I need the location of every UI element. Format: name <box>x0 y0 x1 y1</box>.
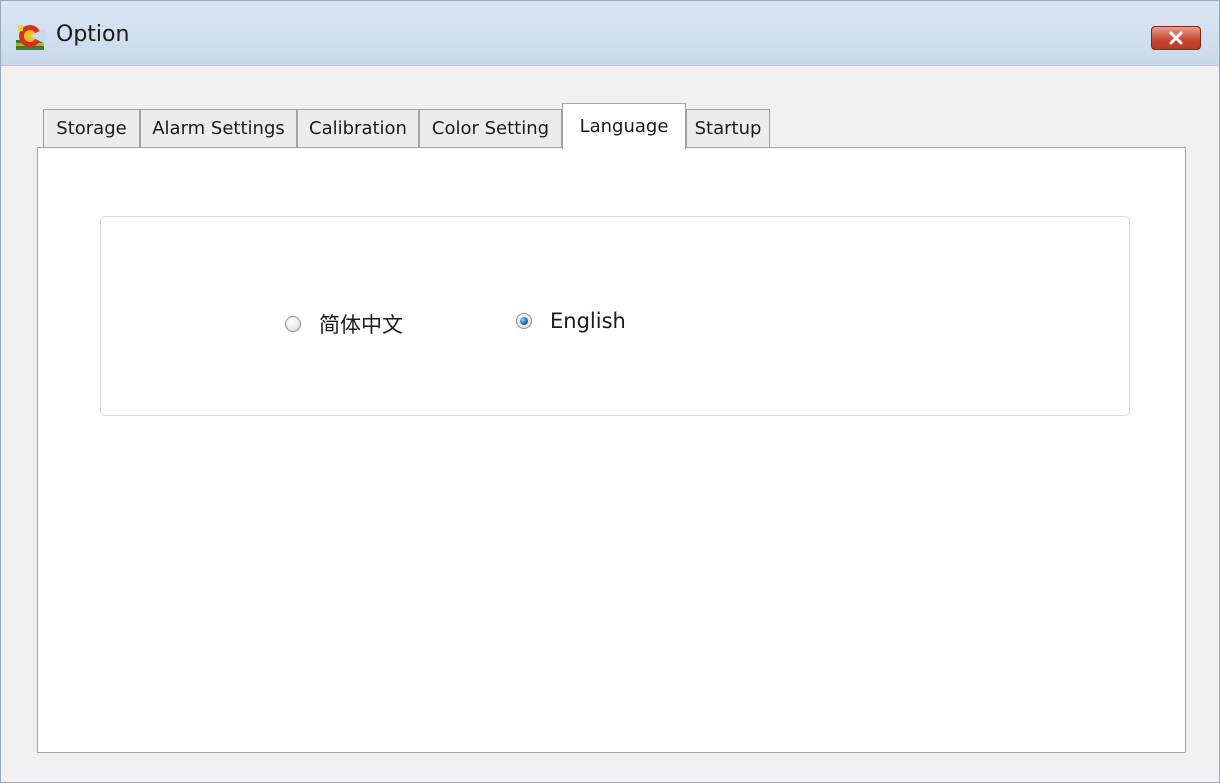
tab-language[interactable]: Language <box>562 103 686 149</box>
close-icon <box>1169 31 1183 45</box>
tab-label: Color Setting <box>431 118 550 139</box>
app-logo-icon <box>16 25 45 50</box>
tab-label: Storage <box>56 118 127 139</box>
radio-checked-icon <box>516 313 532 329</box>
tab-color-setting[interactable]: Color Setting <box>419 109 562 147</box>
tab-startup[interactable]: Startup <box>686 109 770 147</box>
language-tab-panel: 简体中文 English <box>37 147 1186 753</box>
tab-label: Startup <box>694 118 762 139</box>
tab-calibration[interactable]: Calibration <box>297 109 419 147</box>
language-group-box: 简体中文 English <box>100 216 1130 416</box>
close-button[interactable] <box>1151 26 1201 50</box>
radio-unchecked-icon <box>285 316 301 332</box>
tab-label: Language <box>579 116 669 137</box>
title-bar[interactable]: Option <box>1 1 1219 66</box>
radio-label: English <box>550 309 626 333</box>
tab-storage[interactable]: Storage <box>43 109 140 147</box>
radio-simplified-chinese[interactable]: 简体中文 <box>285 309 403 339</box>
tab-alarm-settings[interactable]: Alarm Settings <box>140 109 297 147</box>
window-title: Option <box>56 22 130 47</box>
tab-label: Calibration <box>309 118 407 139</box>
radio-english[interactable]: English <box>516 309 626 333</box>
tab-label: Alarm Settings <box>152 118 285 139</box>
radio-label: 简体中文 <box>319 313 403 337</box>
option-window: Option Storage Alarm Settings Calibratio… <box>0 0 1220 783</box>
